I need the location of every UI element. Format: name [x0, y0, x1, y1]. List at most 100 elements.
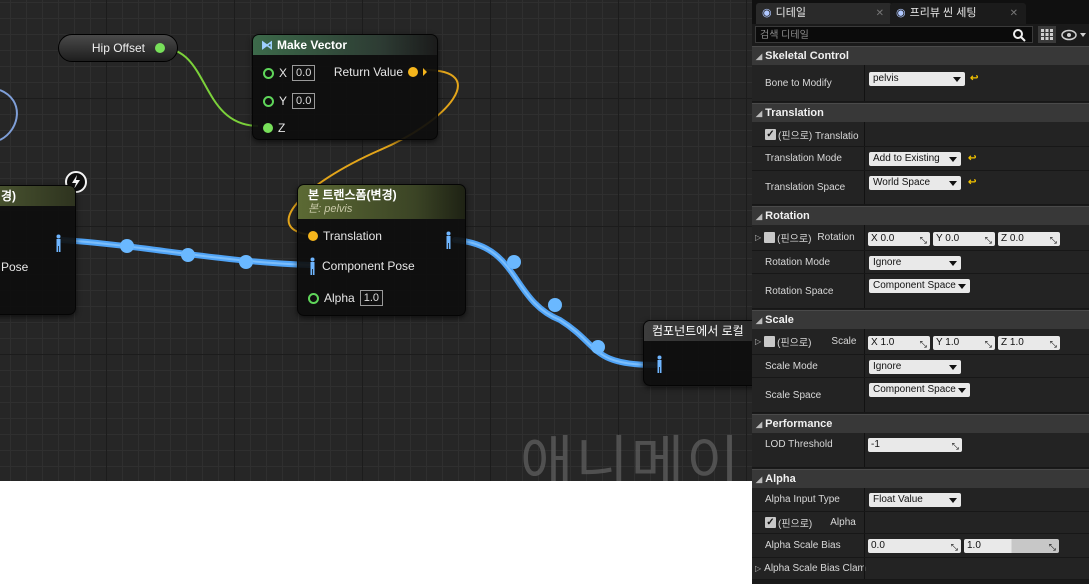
rotation-y-value: Y 0.0 [936, 233, 960, 244]
row-rotation-space: Rotation Space Component Space [752, 274, 1089, 309]
lod-threshold-value: -1 [871, 439, 880, 450]
details-tab-bar: ◉ 디테일 ✕ ◉ 프리뷰 씬 세팅 ✕ [752, 0, 1089, 24]
checkbox-unchecked[interactable] [764, 232, 776, 243]
tab-details-label: 디테일 [775, 7, 806, 19]
translation-input-pin[interactable] [308, 231, 318, 241]
alpha-pin-label-wrap: ✓ (핀으로) Alpha [765, 512, 856, 533]
alpha-value-field[interactable]: 1.0 [359, 290, 383, 306]
make-vector-title: Make Vector [277, 38, 348, 52]
row-alpha-scale-bias-clamp: ▷ Alpha Scale Bias Clam [752, 558, 1089, 580]
scale-z-value: Z 1.0 [1001, 337, 1024, 348]
scale-mode-label: Scale Mode [765, 360, 818, 372]
category-translation[interactable]: ◢ Translation [752, 103, 1089, 122]
alpha-scale-bias-max-field[interactable]: 1.0 ⤡ [964, 539, 1059, 553]
details-search-input[interactable]: 검색 디테일 [755, 26, 1033, 43]
hip-offset-node[interactable]: Hip Offset [58, 34, 178, 62]
hip-offset-label: Hip Offset [91, 41, 145, 55]
drag-handle-icon: ⤡ [1049, 339, 1057, 349]
rotation-mode-dropdown[interactable]: Ignore [869, 256, 961, 270]
tab-details[interactable]: ◉ 디테일 ✕ [756, 3, 892, 24]
component-pose-input-pin-icon[interactable] [308, 257, 317, 275]
translation-space-dropdown[interactable]: World Space [869, 176, 961, 190]
drag-handle-icon: ⤡ [1048, 542, 1056, 552]
tab-preview-scene[interactable]: ◉ 프리뷰 씬 세팅 ✕ [890, 3, 1026, 24]
hip-offset-output-pin[interactable] [155, 43, 165, 53]
drag-handle-icon: ⤡ [919, 339, 927, 349]
z-input-pin[interactable] [263, 123, 273, 133]
scale-y-field[interactable]: Y 1.0 ⤡ [933, 336, 995, 350]
row-alpha-input-type: Alpha Input Type Float Value [752, 488, 1089, 512]
category-performance[interactable]: ◢ Performance [752, 414, 1089, 433]
scale-x-field[interactable]: X 1.0 ⤡ [868, 336, 930, 350]
left-partial-node[interactable]: 경) Pose [0, 185, 76, 315]
return-value-pin[interactable] [408, 67, 418, 77]
checkbox-unchecked[interactable] [764, 336, 776, 347]
expand-arrow-icon[interactable]: ▷ [755, 337, 761, 346]
component-to-local-node[interactable]: 컴포넌트에서 로컬 [643, 320, 752, 386]
reset-to-default-icon[interactable]: ↩ [968, 177, 976, 188]
scale-space-dropdown[interactable]: Component Space [869, 383, 970, 397]
expand-arrow-icon[interactable]: ▷ [755, 564, 761, 573]
component-to-local-title: 컴포넌트에서 로컬 [652, 324, 744, 338]
rotation-x-field[interactable]: X 0.0 ⤡ [868, 232, 930, 246]
lod-threshold-field[interactable]: -1 ⤡ [868, 438, 962, 452]
watermark-text: 애니메이 [520, 429, 742, 481]
rotation-space-label: Rotation Space [765, 285, 834, 297]
function-icon: ⧑ [261, 38, 273, 52]
checkbox-checked[interactable]: ✓ [765, 517, 776, 528]
bone-to-modify-dropdown[interactable]: pelvis [869, 72, 965, 86]
drag-handle-icon: ⤡ [951, 441, 959, 451]
reset-to-default-icon[interactable]: ↩ [968, 153, 976, 164]
scale-mode-value: Ignore [873, 361, 902, 372]
close-icon[interactable]: ✕ [1010, 3, 1018, 24]
x-value-field[interactable]: 0.0 [292, 65, 316, 81]
pose-output-pin-icon[interactable] [54, 234, 63, 252]
pose-output-pin-icon[interactable] [444, 231, 453, 249]
checkbox-checked[interactable]: ✓ [765, 128, 776, 140]
drag-handle-icon: ⤡ [919, 235, 927, 245]
float-wire [162, 47, 259, 127]
scale-mode-dropdown[interactable]: Ignore [869, 360, 961, 374]
row-translation-pin: ✓ (핀으로) Translatio [752, 122, 1089, 147]
close-icon[interactable]: ✕ [876, 3, 884, 24]
y-input-pin[interactable] [263, 95, 274, 107]
alpha-scale-bias-clamp-label: Alpha Scale Bias Clam [764, 563, 866, 574]
chevron-down-icon [949, 498, 957, 503]
bone-transform-node[interactable]: 본 트랜스폼(변경) 본: pelvis Translation Compone… [297, 184, 466, 316]
translation-pin-label: (핀으로) Translatio [778, 130, 859, 142]
drag-handle-icon: ⤡ [984, 339, 992, 349]
rotation-z-field[interactable]: Z 0.0 ⤡ [998, 232, 1060, 246]
scale-y-value: Y 1.0 [936, 337, 960, 348]
grid-view-icon[interactable] [1038, 26, 1056, 43]
category-alpha[interactable]: ◢ Alpha [752, 469, 1089, 488]
search-icon[interactable] [1012, 28, 1026, 42]
row-scale-space: Scale Space Component Space [752, 378, 1089, 413]
expand-arrow-icon[interactable]: ▷ [755, 233, 761, 242]
rotation-pin-text: (핀으로) [777, 234, 812, 245]
translation-row: Translation [308, 229, 382, 243]
alpha-label: Alpha [324, 291, 355, 305]
translation-mode-dropdown[interactable]: Add to Existing [869, 152, 961, 166]
category-skeletal-control[interactable]: ◢ Skeletal Control [752, 46, 1089, 65]
category-rotation[interactable]: ◢ Rotation [752, 206, 1089, 225]
rotation-mode-label: Rotation Mode [765, 256, 831, 268]
row-translation-space: Translation Space World Space ↩ [752, 171, 1089, 205]
alpha-input-pin[interactable] [308, 292, 319, 304]
anim-graph-canvas[interactable]: 애니메이 Hip Offset ⧑ Make Vector X 0.0 Y 0.0… [0, 0, 752, 481]
alpha-scale-bias-min-field[interactable]: 0.0 ⤡ [868, 539, 961, 553]
alpha-scale-bias-min-value: 0.0 [871, 540, 885, 551]
rotation-y-field[interactable]: Y 0.0 ⤡ [933, 232, 995, 246]
eye-visibility-icon[interactable] [1061, 29, 1087, 41]
alpha-pin-text: (핀으로) [778, 519, 813, 530]
row-rotation-pin: ▷ (핀으로) Rotation X 0.0 ⤡ Y 0.0 ⤡ Z 0.0 ⤡ [752, 225, 1089, 251]
component-pose-input-pin-icon[interactable] [655, 355, 664, 373]
scale-z-field[interactable]: Z 1.0 ⤡ [998, 336, 1060, 350]
category-scale[interactable]: ◢ Scale [752, 310, 1089, 329]
rotation-space-dropdown[interactable]: Component Space [869, 279, 970, 293]
alpha-input-type-dropdown[interactable]: Float Value [869, 493, 961, 507]
reset-to-default-icon[interactable]: ↩ [970, 73, 978, 84]
return-value-row: Return Value [334, 65, 427, 79]
make-vector-node[interactable]: ⧑ Make Vector X 0.0 Y 0.0 Z Return Value [252, 34, 438, 140]
x-input-pin[interactable] [263, 67, 274, 79]
y-value-field[interactable]: 0.0 [292, 93, 316, 109]
